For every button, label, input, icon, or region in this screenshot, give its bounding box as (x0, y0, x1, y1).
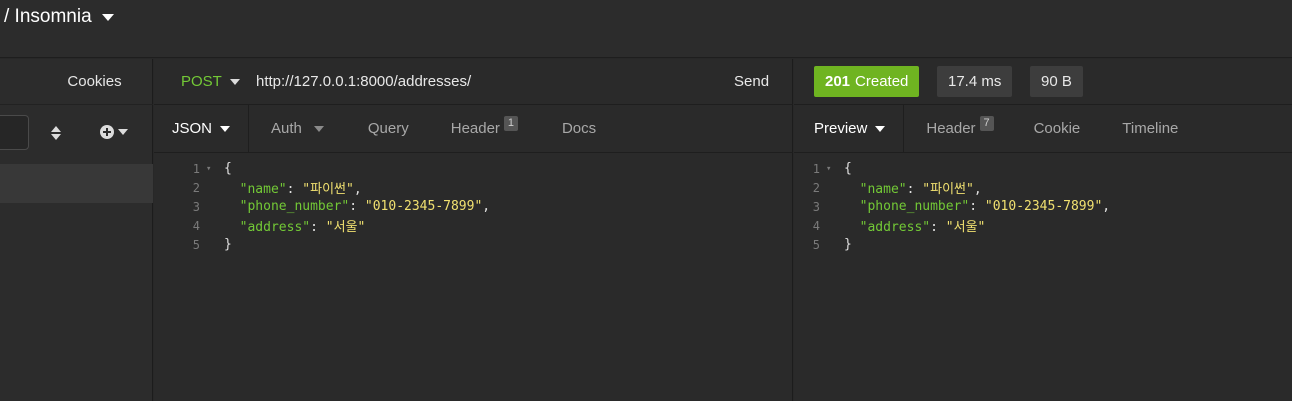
code-line: 4 "address": "서울" (154, 216, 754, 236)
chevron-down-icon (101, 13, 114, 21)
line-number: 4 (812, 218, 820, 233)
chevron-down-icon (875, 125, 886, 132)
method-label: POST (181, 73, 222, 90)
line-number: 5 (812, 237, 820, 252)
chevron-down-icon (220, 125, 231, 132)
title-bar: / Insomnia (0, 0, 1292, 58)
json-value: "010-2345-7899" (984, 199, 1103, 214)
workspace-menu[interactable]: / Insomnia (4, 6, 114, 28)
tab-label: Query (367, 120, 409, 137)
response-size-badge: 90 B (1030, 66, 1083, 97)
filter-input[interactable] (0, 115, 29, 150)
tab-label: Timeline (1122, 120, 1179, 137)
code-line: 5 } (794, 235, 1284, 254)
code-line: 1 ▾ { (794, 159, 1284, 178)
plus-circle-icon (100, 125, 114, 139)
workspace-title: / Insomnia (4, 6, 92, 27)
tab-header[interactable]: Header 1 (427, 105, 536, 152)
status-badge: 201 Created (814, 66, 920, 97)
response-time-badge: 17.4 ms (937, 66, 1013, 97)
json-key: "address" (239, 220, 311, 235)
code-line: 3 "phone_number": "010-2345-7899", (154, 197, 754, 216)
response-status-bar: 201 Created 17.4 ms 90 B (794, 59, 1292, 105)
tab-json[interactable]: JSON (154, 105, 250, 152)
code-line: 5 } (154, 235, 754, 254)
json-key: "name" (239, 182, 287, 197)
json-value: "010-2345-7899" (364, 199, 483, 214)
json-value: "서울" (945, 220, 986, 235)
line-number: 2 (192, 180, 200, 195)
chevron-down-icon (229, 78, 240, 85)
tab-label: Docs (561, 120, 597, 137)
json-value: "파이썬" (922, 182, 974, 197)
url-bar: POST http://127.0.0.1:8000/addresses/ Se… (154, 59, 793, 105)
chevron-down-icon (313, 125, 324, 132)
tab-label: Header (926, 120, 976, 137)
json-key: "phone_number" (239, 199, 350, 214)
tab-label: Auth (271, 120, 302, 137)
tab-timeline[interactable]: Timeline (1098, 105, 1196, 152)
tab-label: Header (450, 120, 500, 137)
tab-label: JSON (172, 120, 213, 137)
line-number: 1 (192, 161, 200, 176)
tab-auth[interactable]: Auth (249, 105, 342, 152)
code-line: 4 "address": "서울" (794, 216, 1284, 236)
fold-arrow-icon[interactable]: ▾ (206, 164, 224, 174)
line-number: 3 (192, 199, 200, 214)
add-request-button[interactable] (100, 125, 128, 139)
chevron-down-icon (118, 129, 128, 135)
code-line: 3 "phone_number": "010-2345-7899", (794, 197, 1284, 216)
line-number: 2 (812, 180, 820, 195)
json-key: "name" (859, 182, 907, 197)
tab-label: Preview (814, 120, 868, 137)
tab-docs[interactable]: Docs (536, 105, 614, 152)
request-pane: POST http://127.0.0.1:8000/addresses/ Se… (154, 59, 793, 401)
header-count-badge: 7 (979, 116, 994, 131)
code-text: } (224, 237, 232, 252)
json-key: "phone_number" (859, 199, 970, 214)
tab-preview[interactable]: Preview (794, 105, 905, 152)
url-input[interactable]: http://127.0.0.1:8000/addresses/ (256, 73, 471, 90)
tab-cookie[interactable]: Cookie (1012, 105, 1099, 152)
code-text: } (844, 237, 852, 252)
code-line: 2 "name": "파이썬", (154, 178, 754, 198)
status-code: 201 (825, 73, 851, 90)
sidebar: Cookies (0, 59, 153, 401)
line-number: 3 (812, 199, 820, 214)
request-body-editor[interactable]: 1 ▾ { 2 "name": "파이썬", 3 "phone_number":… (154, 159, 754, 254)
code-text: { (844, 161, 852, 176)
line-number: 4 (192, 218, 200, 233)
cookies-button[interactable]: Cookies (0, 59, 153, 105)
line-number: 1 (812, 161, 820, 176)
tab-label: Cookie (1033, 120, 1081, 137)
line-number: 5 (192, 237, 200, 252)
response-pane: 201 Created 17.4 ms 90 B Preview Header … (794, 59, 1292, 401)
tab-query[interactable]: Query (342, 105, 427, 152)
json-value: "파이썬" (302, 182, 354, 197)
fold-arrow-icon[interactable]: ▾ (826, 164, 844, 174)
request-tabs: JSON Auth Query Header 1 Docs (154, 105, 793, 153)
code-text: { (224, 161, 232, 176)
code-line: 1 ▾ { (154, 159, 754, 178)
code-line: 2 "name": "파이썬", (794, 178, 1284, 198)
sort-icon[interactable] (50, 125, 62, 141)
tab-response-header[interactable]: Header 7 (904, 105, 1011, 152)
sidebar-item[interactable] (0, 164, 153, 203)
status-text: Created (855, 73, 909, 90)
response-body-viewer[interactable]: 1 ▾ { 2 "name": "파이썬", 3 "phone_number":… (794, 159, 1284, 254)
method-dropdown[interactable]: POST (181, 73, 240, 90)
send-button[interactable]: Send (734, 73, 769, 90)
response-tabs: Preview Header 7 Cookie Timeline (794, 105, 1292, 153)
header-count-badge: 1 (503, 116, 518, 131)
json-value: "서울" (325, 220, 366, 235)
json-key: "address" (859, 220, 931, 235)
